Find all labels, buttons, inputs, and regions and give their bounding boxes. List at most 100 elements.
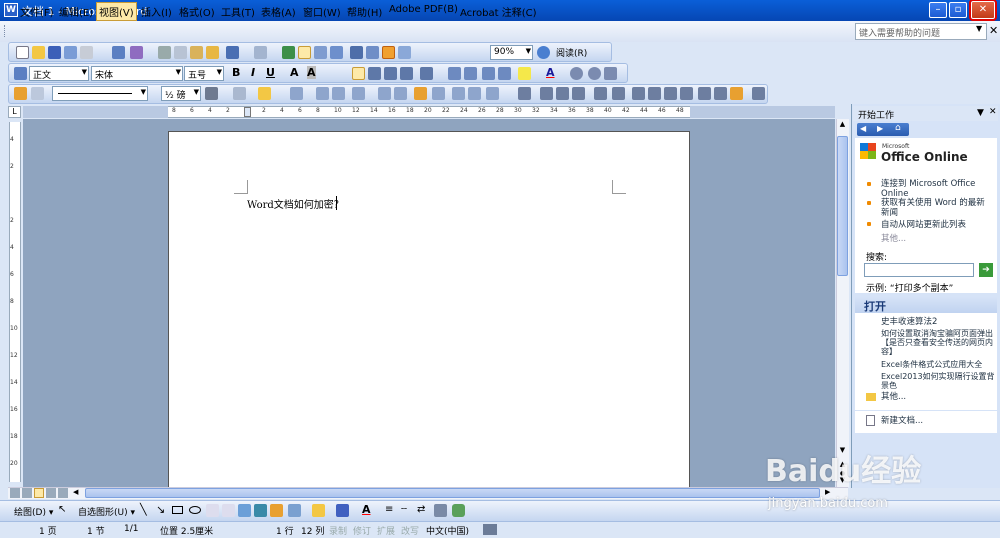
link-latest-news[interactable]: 获取有关使用 Word 的最新新闻 (881, 198, 993, 218)
menu-table[interactable]: 表格(A) (259, 4, 298, 19)
draw-font-color-button[interactable]: A (362, 503, 371, 516)
format-picture-icon[interactable] (680, 87, 693, 100)
vertical-textbox-icon[interactable] (222, 504, 235, 517)
justify-icon[interactable] (400, 67, 413, 80)
text-direction-icon[interactable] (432, 87, 445, 100)
link-more[interactable]: 其他... (881, 234, 906, 244)
compress-icon[interactable] (648, 87, 661, 100)
draw-table-icon[interactable] (14, 87, 27, 100)
arrow-icon[interactable]: ↘ (156, 503, 165, 516)
line-color-icon[interactable] (336, 504, 349, 517)
task-pane-search-input[interactable] (864, 263, 974, 277)
select-objects-icon[interactable]: ↖ (58, 504, 66, 515)
horizontal-scroll-thumb[interactable] (85, 488, 820, 498)
insert-picture-icon[interactable] (288, 504, 301, 517)
line-weight-dropdown-icon[interactable]: ▼ (194, 88, 199, 96)
align-cell-icon[interactable] (352, 87, 365, 100)
menu-edit[interactable]: 编辑(E) (57, 4, 95, 19)
menu-format[interactable]: 格式(O) (177, 4, 217, 19)
line-icon[interactable]: ╲ (140, 503, 147, 516)
undo-icon[interactable] (226, 46, 239, 59)
reading-view-icon[interactable] (58, 488, 68, 498)
paste-icon[interactable] (190, 46, 203, 59)
textbox-icon[interactable] (206, 504, 219, 517)
link-connect-office-online[interactable]: 连接到 Microsoft Office Online (881, 179, 993, 199)
office-online-logo[interactable]: Office Online (881, 150, 968, 164)
shading-color-icon[interactable] (258, 87, 271, 100)
read-mode-button[interactable]: 阅读(R) (556, 46, 587, 59)
increase-indent-icon[interactable] (498, 67, 511, 80)
maximize-button[interactable]: ▫ (949, 2, 967, 18)
task-pane-dropdown-icon[interactable]: ▼ (977, 108, 984, 118)
menu-acrobat-comment[interactable]: Acrobat 注释(C) (458, 4, 539, 19)
font-dropdown-icon[interactable]: ▼ (176, 68, 181, 76)
distribute-rows-icon[interactable] (378, 87, 391, 100)
styles-icon[interactable] (14, 67, 27, 80)
bold-button[interactable]: B (232, 66, 240, 79)
scroll-up-icon[interactable]: ▲ (837, 120, 848, 133)
3d-style-icon[interactable] (452, 504, 465, 517)
char-border-button[interactable]: A (290, 66, 299, 79)
oval-icon[interactable] (189, 506, 201, 514)
indent-marker-icon[interactable] (244, 107, 251, 117)
tables-borders-icon[interactable] (298, 46, 311, 59)
document-page[interactable] (168, 131, 690, 491)
menu-insert[interactable]: 插入(I) (139, 4, 174, 19)
forward-arrow-icon[interactable]: ▶ (877, 124, 883, 133)
zoom-combo[interactable]: 90% ▼ (490, 45, 533, 60)
font-combo[interactable]: 宋体 ▼ (91, 66, 183, 81)
columns-icon[interactable] (350, 46, 363, 59)
link-auto-update[interactable]: 自动从网站更新此列表 (881, 220, 993, 230)
line-style-3-icon[interactable]: ≡ (385, 504, 393, 515)
status-extend[interactable]: 扩展 (377, 524, 395, 537)
split-cells-icon[interactable] (332, 87, 345, 100)
format-painter-icon[interactable] (206, 46, 219, 59)
transparent-color-icon[interactable] (698, 87, 711, 100)
insert-excel-icon[interactable] (330, 46, 343, 59)
task-pane-close-icon[interactable]: ✕ (989, 107, 997, 117)
print-icon[interactable] (80, 46, 93, 59)
research-icon[interactable] (130, 46, 143, 59)
recent-file-4[interactable]: Excel2013如何实现隔行设置背景色 (881, 372, 995, 390)
document-map-icon[interactable] (382, 46, 395, 59)
menu-grip[interactable] (4, 25, 7, 37)
underline-button[interactable]: U (266, 66, 275, 79)
draw-menu-button[interactable]: 绘图(D) ▾ (14, 505, 53, 518)
status-overtype[interactable]: 改写 (401, 524, 419, 537)
recent-file-3[interactable]: Excel条件格式公式应用大全 (881, 360, 995, 370)
align-left-icon[interactable] (352, 67, 365, 80)
cut-icon[interactable] (158, 46, 171, 59)
picture-tool-icon[interactable] (518, 87, 531, 100)
eraser-icon[interactable] (31, 87, 44, 100)
open-more-link[interactable]: 其他... (881, 392, 906, 402)
help-icon[interactable] (537, 46, 550, 59)
menu-help[interactable]: 帮助(H) (345, 4, 384, 19)
outline-view-icon[interactable] (46, 488, 56, 498)
style-combo[interactable]: 正文 ▼ (29, 66, 89, 81)
menu-window[interactable]: 窗口(W) (301, 4, 343, 19)
arrow-style-icon[interactable]: ⇄ (417, 504, 425, 515)
char-shading-button[interactable]: A (307, 66, 316, 79)
autoformat-icon[interactable] (414, 87, 427, 100)
brightness-icon[interactable] (572, 87, 585, 100)
normal-view-icon[interactable] (10, 488, 20, 498)
home-icon[interactable]: ⌂ (895, 123, 901, 133)
distribute-columns-icon[interactable] (394, 87, 407, 100)
highlight-icon[interactable] (518, 67, 531, 80)
merge-cells-icon[interactable] (316, 87, 329, 100)
diagram-icon[interactable] (254, 504, 267, 517)
minimize-button[interactable]: – (929, 2, 947, 18)
font-size-dropdown-icon[interactable]: ▼ (217, 68, 222, 76)
status-record[interactable]: 录制 (329, 524, 347, 537)
line-style-dropdown-icon[interactable]: ▼ (141, 88, 146, 96)
print-view-icon[interactable] (34, 488, 44, 498)
font-color-button[interactable]: A (546, 66, 555, 79)
help-search-input[interactable]: 键入需要帮助的问题 (855, 23, 987, 40)
hyperlink-icon[interactable] (282, 46, 295, 59)
recent-file-2[interactable]: 如何设置取消淘宝骗阿页面弹出【是否只查看安全传送的网页内容】 (881, 329, 995, 356)
permission-icon[interactable] (64, 46, 77, 59)
phonetic-icon[interactable] (570, 67, 583, 80)
scroll-left-icon[interactable]: ◀ (73, 488, 83, 498)
tab-selector[interactable]: L (8, 106, 21, 118)
char-scale-icon[interactable] (604, 67, 617, 80)
